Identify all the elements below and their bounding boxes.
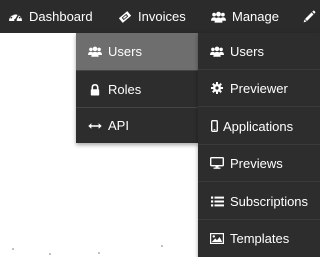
users-submenu: Users Roles API (76, 33, 199, 143)
submenu-item-api[interactable]: API (76, 107, 199, 144)
nav-manage[interactable]: Manage (211, 0, 279, 33)
image-icon (210, 232, 224, 246)
manage-item-applications[interactable]: Applications (198, 108, 320, 145)
users-icon (211, 9, 226, 24)
submenu-item-label: Roles (108, 82, 142, 97)
manage-item-previewer[interactable]: Previewer (198, 70, 320, 107)
manage-item-subscriptions[interactable]: Subscriptions (198, 183, 320, 220)
top-navbar: Dashboard Invoices Manage (0, 0, 320, 33)
dashboard-icon (8, 9, 23, 24)
background-speck (161, 245, 163, 247)
gear-icon (210, 81, 224, 95)
nav-dashboard-label: Dashboard (29, 9, 93, 24)
manage-item-previews[interactable]: Previews (198, 145, 320, 182)
nav-edit[interactable] (302, 0, 317, 33)
submenu-item-roles[interactable]: Roles (76, 71, 199, 108)
monitor-icon (210, 156, 224, 170)
ticket-icon (117, 9, 132, 24)
nav-dashboard[interactable]: Dashboard (8, 0, 93, 33)
list-icon (210, 194, 224, 208)
manage-item-label: Subscriptions (230, 193, 309, 209)
manage-dropdown: Users Previewer Applications Previews Su… (198, 33, 320, 257)
pencil-icon (302, 9, 317, 24)
manage-item-label: Applications (223, 118, 294, 134)
users-icon (88, 45, 102, 59)
nav-invoices-label: Invoices (138, 9, 186, 24)
arrows-horizontal-icon (88, 119, 102, 133)
manage-item-label: Previewer (230, 80, 288, 96)
lock-icon (88, 83, 102, 97)
mobile-icon (210, 119, 218, 133)
submenu-item-label: Users (108, 44, 142, 59)
background-speck (49, 253, 51, 255)
manage-item-label: Users (230, 43, 264, 59)
manage-item-label: Previews (230, 155, 283, 171)
submenu-item-label: API (108, 118, 129, 133)
nav-invoices[interactable]: Invoices (117, 0, 186, 33)
nav-manage-label: Manage (232, 9, 279, 24)
manage-item-label: Templates (230, 231, 290, 246)
submenu-item-users[interactable]: Users (76, 33, 199, 70)
background-speck (12, 248, 14, 250)
users-icon (210, 44, 224, 58)
manage-item-users[interactable]: Users (198, 33, 320, 70)
manage-item-templates[interactable]: Templates (198, 220, 320, 257)
background-speck (98, 252, 100, 254)
